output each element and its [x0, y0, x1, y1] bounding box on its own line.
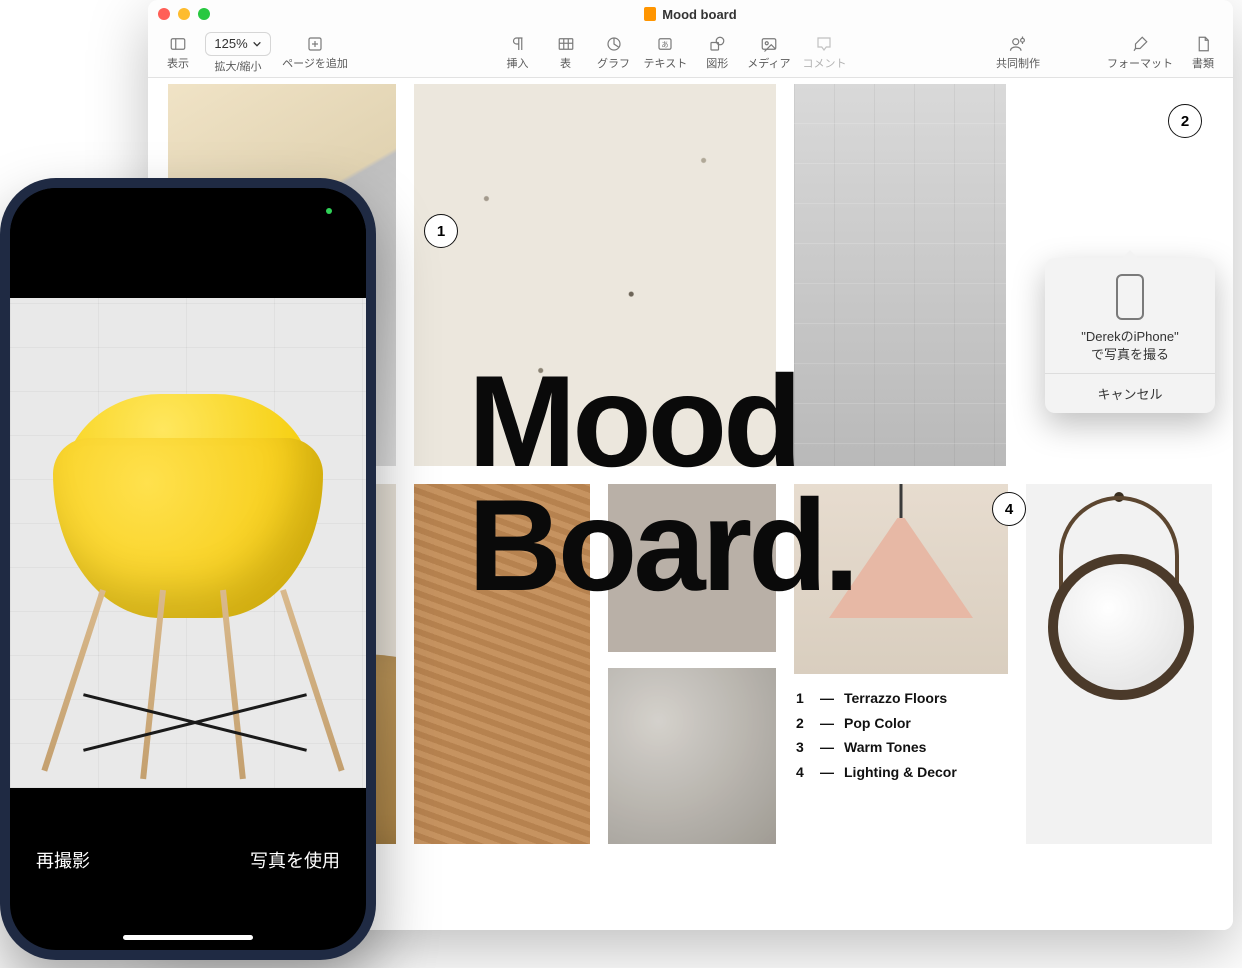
- view-label: 表示: [167, 55, 189, 71]
- chevron-down-icon: [252, 39, 262, 49]
- callout-4[interactable]: 4: [992, 492, 1026, 526]
- shape-icon: [708, 35, 726, 53]
- mirror-icon: [1048, 554, 1194, 700]
- popover-message: "DerekのiPhone" で写真を撮る: [1045, 328, 1215, 373]
- continuity-camera-popover: "DerekのiPhone" で写真を撮る キャンセル: [1045, 258, 1215, 413]
- document-icon: [644, 7, 656, 21]
- popover-cancel-button[interactable]: キャンセル: [1045, 373, 1215, 413]
- format-button[interactable]: フォーマット: [1101, 30, 1179, 76]
- document-page-icon: [1194, 35, 1212, 53]
- image-tile-fur[interactable]: [608, 668, 776, 844]
- callout-2[interactable]: 2: [1168, 104, 1202, 138]
- add-page-label: ページを追加: [282, 55, 348, 71]
- legend-row: 2—Pop Color: [796, 711, 1006, 736]
- camera-active-indicator-icon: [326, 208, 332, 214]
- window-title: Mood board: [148, 7, 1233, 22]
- iphone-outline-icon: [1116, 274, 1144, 320]
- close-window-button[interactable]: [158, 8, 170, 20]
- board-title-line1: Mood: [468, 360, 856, 484]
- zoom-window-button[interactable]: [198, 8, 210, 20]
- window-titlebar: Mood board: [148, 0, 1233, 28]
- plus-square-icon: [306, 35, 324, 53]
- callout-1[interactable]: 1: [424, 214, 458, 248]
- retake-button[interactable]: 再撮影: [36, 847, 90, 873]
- svg-text:あ: あ: [662, 40, 670, 49]
- paintbrush-icon: [1131, 35, 1149, 53]
- window-title-text: Mood board: [662, 7, 736, 22]
- board-title-line2: Board.: [468, 484, 856, 608]
- add-page-button[interactable]: ページを追加: [274, 30, 356, 76]
- document-button[interactable]: 書類: [1179, 30, 1227, 76]
- window-traffic-lights: [158, 8, 210, 20]
- legend-row: 1—Terrazzo Floors: [796, 686, 1006, 711]
- board-legend: 1—Terrazzo Floors 2—Pop Color 3—Warm Ton…: [796, 686, 1006, 784]
- text-button[interactable]: あ テキスト: [638, 30, 694, 76]
- zoom-control[interactable]: 125% 拡大/縮小: [202, 30, 274, 76]
- collaborate-button[interactable]: 共同制作: [990, 30, 1046, 76]
- table-button[interactable]: 表: [542, 30, 590, 76]
- iphone-screen: 再撮影 写真を使用: [10, 188, 366, 950]
- image-tile-mirror[interactable]: [1026, 484, 1212, 844]
- chart-button[interactable]: グラフ: [590, 30, 638, 76]
- table-icon: [557, 35, 575, 53]
- iphone-device: 再撮影 写真を使用: [0, 178, 376, 960]
- image-icon: [760, 35, 778, 53]
- pilcrow-icon: [509, 35, 527, 53]
- minimize-window-button[interactable]: [178, 8, 190, 20]
- board-title[interactable]: Mood Board.: [468, 360, 856, 607]
- shape-button[interactable]: 図形: [693, 30, 741, 76]
- pie-chart-icon: [605, 35, 623, 53]
- sidebar-icon: [169, 35, 187, 53]
- comment-icon: [815, 35, 833, 53]
- text-box-icon: あ: [656, 35, 674, 53]
- use-photo-button[interactable]: 写真を使用: [250, 847, 340, 873]
- home-indicator[interactable]: [123, 935, 253, 940]
- comment-button[interactable]: コメント: [796, 30, 852, 76]
- collaborate-icon: [1009, 35, 1027, 53]
- iphone-notch: [113, 188, 263, 216]
- legend-row: 4—Lighting & Decor: [796, 760, 1006, 785]
- media-button[interactable]: メディア: [741, 30, 796, 76]
- camera-preview: [10, 298, 366, 788]
- zoom-value: 125%: [214, 36, 247, 51]
- legend-row: 3—Warm Tones: [796, 735, 1006, 760]
- zoom-label: 拡大/縮小: [214, 58, 261, 74]
- toolbar: 表示 125% 拡大/縮小 ページを追加 挿入 表: [148, 28, 1233, 78]
- camera-footer: 再撮影 写真を使用: [10, 800, 366, 950]
- insert-button[interactable]: 挿入: [494, 30, 542, 76]
- view-button[interactable]: 表示: [154, 30, 202, 76]
